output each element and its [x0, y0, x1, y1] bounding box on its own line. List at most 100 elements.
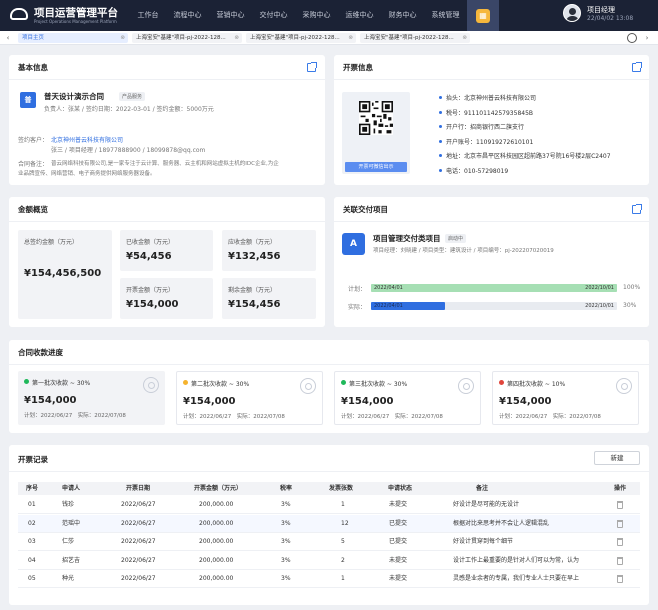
tab-project-2[interactable]: 上海宝安"基建"项目-pj-2022-128... ⊗	[246, 33, 356, 43]
cell-applicant[interactable]: 种光	[62, 570, 74, 588]
settings-icon[interactable]	[627, 33, 637, 43]
tab-scroll-left-icon[interactable]: ‹	[2, 31, 14, 45]
project-name[interactable]: 项目管理交付类项目	[373, 233, 441, 244]
cell-invoice-count[interactable]: 1	[341, 496, 345, 514]
tab-project-home[interactable]: 项目主页 ⊗	[18, 33, 128, 43]
divider	[9, 221, 325, 222]
divider	[9, 471, 649, 472]
qr-code-icon	[359, 101, 393, 135]
stage-dates: 计划：2022/06/27 实际：2022/07/08	[341, 414, 443, 420]
received-amount-box: 已收金额（万元） ¥54,456	[120, 230, 213, 271]
table-row[interactable]: 03 仁莎 2022/06/27 200,000.00 3% 5 已提交 好设计贯穿到每个细节	[18, 533, 640, 552]
trash-icon[interactable]	[617, 556, 623, 565]
cell-amount: 200,000.00	[199, 501, 234, 508]
project-badge: A	[342, 233, 365, 255]
table-row[interactable]: 05 种光 2022/06/27 200,000.00 3% 1 未提交 灵感是业余者的专属，…	[18, 570, 640, 589]
nav-system-admin[interactable]: 系统管理	[424, 0, 467, 31]
invoiced-amount-box: 开票金额（万元） ¥154,000	[120, 278, 213, 319]
status-dot	[341, 380, 346, 385]
nav-process-center[interactable]: 流程中心	[166, 0, 209, 31]
coin-icon	[143, 377, 159, 393]
collection-stage-1[interactable]: 第一批次收款 ~ 30% ¥154,000 计划：2022/06/27 实际：2…	[18, 371, 165, 425]
divider	[334, 79, 649, 80]
nav-workbench[interactable]: 工作台	[130, 0, 166, 31]
close-icon[interactable]: ⊗	[234, 33, 239, 43]
table-row[interactable]: 01 钱珍 2022/06/27 200,000.00 3% 1 未提交 好设计是尽可能的无设…	[18, 496, 640, 514]
qr-show-button[interactable]: 开票可微信出示	[345, 162, 407, 172]
coin-icon	[458, 378, 474, 394]
tab-label: 项目主页	[22, 35, 45, 41]
cell-index: 01	[28, 501, 36, 508]
user-menu[interactable]: 项目经理 22/04/02 13:08	[563, 4, 658, 28]
cell-applicant[interactable]: 范瑶中	[62, 515, 80, 533]
contract-badge: 普	[20, 92, 36, 108]
tab-project-1[interactable]: 上海宝安"基建"项目-pj-2022-128... ⊗	[132, 33, 242, 43]
trash-icon[interactable]	[617, 575, 623, 584]
cell-invoice-count[interactable]: 1	[341, 570, 345, 588]
cell-amount: 200,000.00	[199, 538, 234, 546]
collection-stage-4[interactable]: 第四批次收款 ~ 10% ¥154,000 计划：2022/06/27 实际：2…	[492, 371, 639, 425]
bullet	[439, 111, 442, 114]
trash-icon[interactable]	[617, 538, 623, 547]
nav-finance-center[interactable]: 财务中心	[381, 0, 424, 31]
table-row[interactable]: 04 招艺吉 2022/06/27 200,000.00 3% 2 未提交 设计工作上最重要的…	[18, 552, 640, 570]
cell-tax-rate: 3%	[281, 519, 291, 527]
cell-tax-rate: 3%	[281, 575, 291, 583]
actual-percent: 30%	[623, 302, 637, 309]
customer-label: 签约客户：	[18, 137, 49, 144]
cell-amount: 200,000.00	[199, 575, 234, 583]
invoice-account: 开户账号：110919272610101	[446, 139, 534, 146]
customer-link[interactable]: 北京神州普云科技有限公司	[51, 135, 123, 144]
contract-meta: 负责人：张某 / 签约日期：2022-03-01 / 签约金额：5000万元	[44, 106, 214, 113]
nav-delivery-center[interactable]: 交付中心	[252, 0, 295, 31]
cell-invoice-count[interactable]: 2	[341, 552, 345, 570]
status-dot	[24, 379, 29, 384]
cell-applicant[interactable]: 仁莎	[62, 533, 74, 551]
collection-stage-3[interactable]: 第三批次收款 ~ 30% ¥154,000 计划：2022/06/27 实际：2…	[334, 371, 481, 425]
cell-note: 根据对比来思考并不会让人逻辑混乱	[453, 519, 550, 527]
actual-progress-fill: 2022/04/01	[371, 302, 445, 310]
nav-ops-center[interactable]: 运维中心	[338, 0, 381, 31]
close-icon[interactable]: ⊗	[348, 33, 353, 43]
bullet	[439, 140, 442, 143]
project-meta: 项目经理：刘晓建 / 项目类型：建筑设计 / 项目编号：pj-202207020…	[373, 248, 554, 254]
nav-purchase-center[interactable]: 采购中心	[295, 0, 338, 31]
collection-stage-2[interactable]: 第二批次收款 ~ 30% ¥154,000 计划：2022/06/27 实际：2…	[176, 371, 323, 425]
cell-applicant[interactable]: 招艺吉	[62, 552, 80, 570]
app-title: 项目运营管理平台	[34, 7, 118, 19]
coin-icon	[616, 378, 632, 394]
cell-invoice-count[interactable]: 5	[341, 533, 345, 551]
stage-name: 第四批次收款 ~ 10%	[507, 381, 566, 388]
tab-project-3[interactable]: 上海宝安"基建"项目-pj-2022-128... ⊗	[360, 33, 470, 43]
received-amount-label: 已收金额（万元）	[126, 239, 175, 246]
remaining-amount-box: 剩余金额（万元） ¥154,456	[222, 278, 316, 319]
contract-name: 普天设计演示合同	[44, 92, 104, 101]
col-date: 开票日期	[126, 485, 151, 492]
cell-applicant[interactable]: 钱珍	[62, 496, 74, 514]
trash-icon[interactable]	[617, 501, 623, 509]
total-amount-box: 总签约金额（万元） ¥154,456,500	[18, 230, 112, 319]
trash-icon[interactable]	[617, 519, 623, 528]
cell-status: 已提交	[389, 538, 408, 546]
plan-start-date: 2022/04/01	[374, 285, 403, 291]
external-link-icon[interactable]	[632, 62, 642, 72]
external-link-icon[interactable]	[307, 62, 317, 72]
cell-index: 02	[28, 519, 36, 527]
close-icon[interactable]: ⊗	[120, 33, 125, 43]
stage-amount: ¥154,000	[341, 396, 394, 407]
cell-status: 未提交	[389, 501, 408, 508]
cell-date: 2022/06/27	[121, 501, 156, 508]
avatar[interactable]	[563, 4, 581, 22]
nav-home-button[interactable]: ▦	[467, 0, 499, 31]
new-invoice-button[interactable]: 新建	[594, 451, 640, 465]
nav-marketing-center[interactable]: 营销中心	[209, 0, 252, 31]
status-dot	[183, 380, 188, 385]
close-icon[interactable]: ⊗	[462, 33, 467, 43]
external-link-icon[interactable]	[632, 204, 642, 214]
main-nav: 工作台 流程中心 营销中心 交付中心 采购中心 运维中心 财务中心 系统管理 ▦	[130, 0, 499, 31]
table-row[interactable]: 02 范瑶中 2022/06/27 200,000.00 3% 12 已提交 根据对比来思考并…	[18, 514, 640, 533]
app-logo[interactable]: 项目运营管理平台 Project Operations Management P…	[8, 4, 128, 28]
cell-invoice-count[interactable]: 12	[341, 515, 349, 533]
app-subtitle: Project Operations Management Platform	[34, 19, 117, 24]
tab-scroll-right-icon[interactable]: ›	[641, 31, 653, 45]
